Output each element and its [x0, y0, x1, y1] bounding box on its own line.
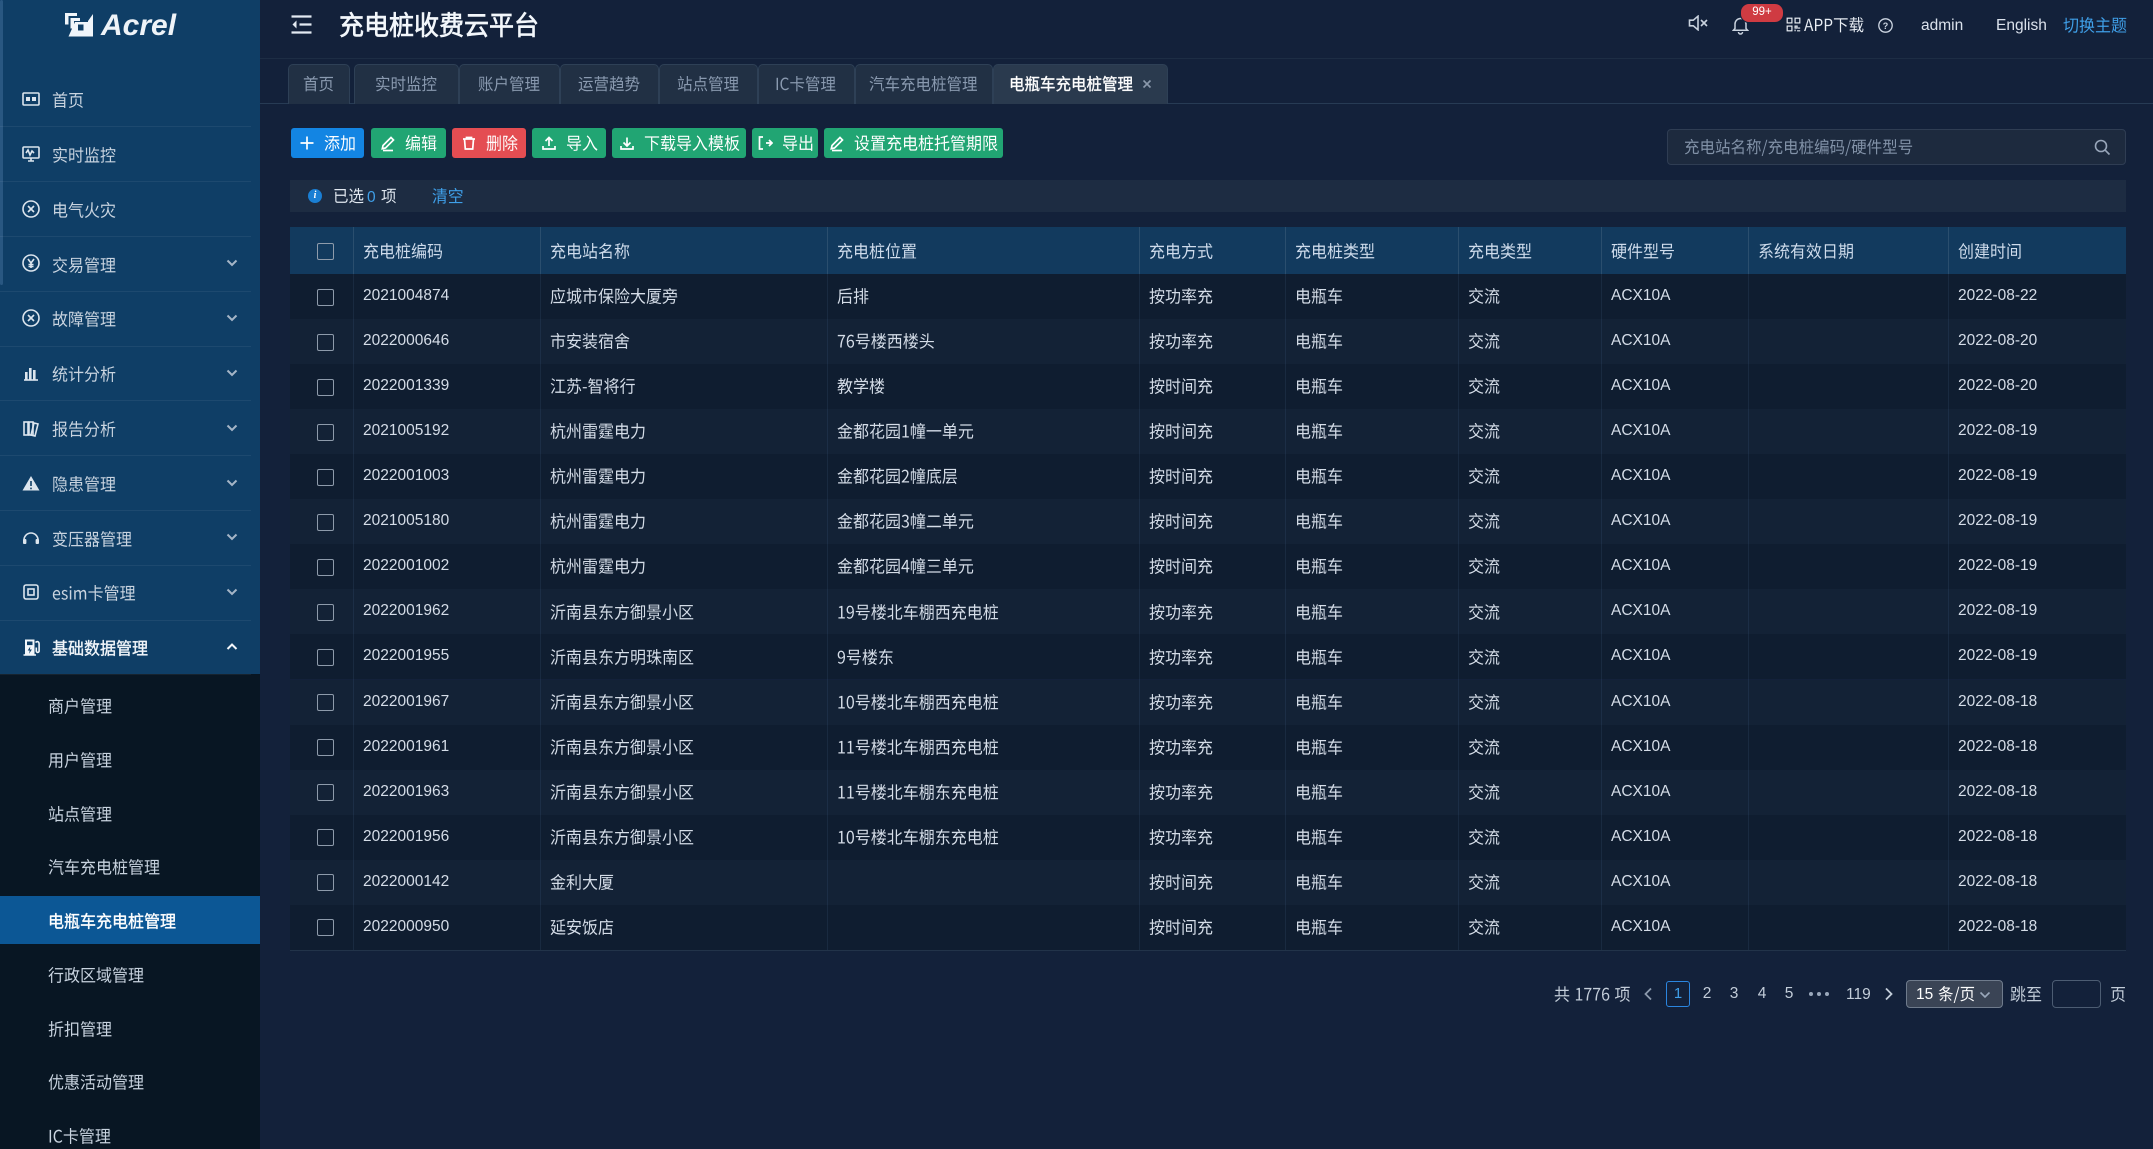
svg-text:?: ? [1883, 21, 1889, 31]
